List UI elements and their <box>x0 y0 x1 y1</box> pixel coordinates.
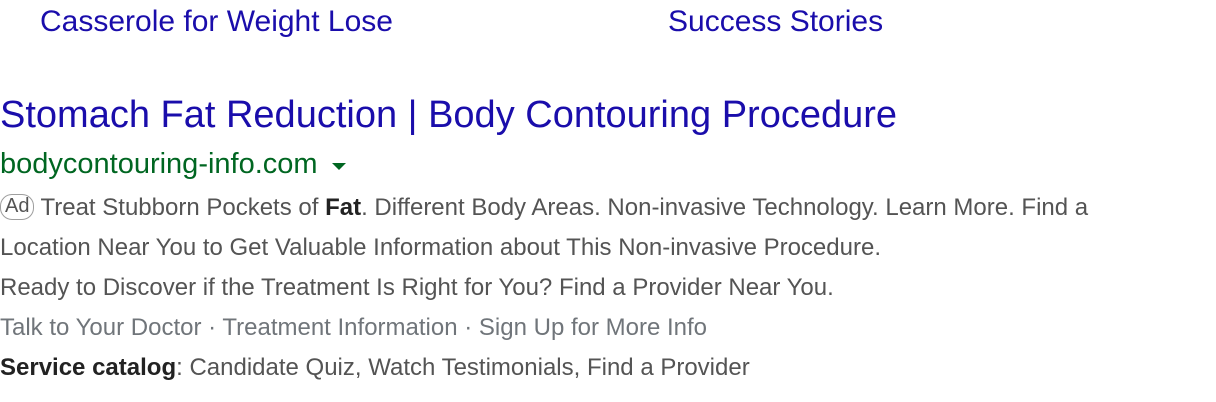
sitelinks-row: Casserole for Weight Lose Success Storie… <box>40 2 1140 42</box>
desc-text: Treat Stubborn Pockets of <box>40 194 326 221</box>
callout-talk-to-doctor[interactable]: Talk to Your Doctor <box>0 314 201 341</box>
callout-sign-up[interactable]: Sign Up for More Info <box>479 314 707 341</box>
sitelink-success-stories[interactable]: Success Stories <box>668 2 883 42</box>
sitelink-casserole[interactable]: Casserole for Weight Lose <box>40 2 393 42</box>
callout-treatment-info[interactable]: Treatment Information <box>222 314 457 341</box>
ad-badge: Ad <box>0 193 35 220</box>
caret-down-icon[interactable] <box>331 162 346 170</box>
structured-snippet-values: : Candidate Quiz, Watch Testimonials, Fi… <box>176 354 750 381</box>
structured-snippet-header: Service catalog <box>0 354 177 381</box>
callout-extensions: Talk to Your Doctor · Treatment Informat… <box>0 308 707 348</box>
callout-separator: · <box>457 314 479 341</box>
ad-description-line-2: Location Near You to Get Valuable Inform… <box>0 234 881 261</box>
ad-description-line-3: Ready to Discover if the Treatment Is Ri… <box>0 274 834 301</box>
desc-bold-keyword: Fat <box>325 194 362 221</box>
ad-description-line-1: Ad Treat Stubborn Pockets of Fat. Differe… <box>0 188 1088 228</box>
desc-text: . Different Body Areas. Non-invasive Tec… <box>361 194 1089 221</box>
structured-snippet: Service catalog: Candidate Quiz, Watch T… <box>0 348 750 388</box>
callout-separator: · <box>201 314 223 341</box>
display-url-row: bodycontouring-info.com <box>0 144 346 184</box>
display-url[interactable]: bodycontouring-info.com <box>0 144 318 184</box>
ad-title-link[interactable]: Stomach Fat Reduction | Body Contouring … <box>0 92 897 138</box>
search-results-page: Casserole for Weight Lose Success Storie… <box>0 0 1216 402</box>
